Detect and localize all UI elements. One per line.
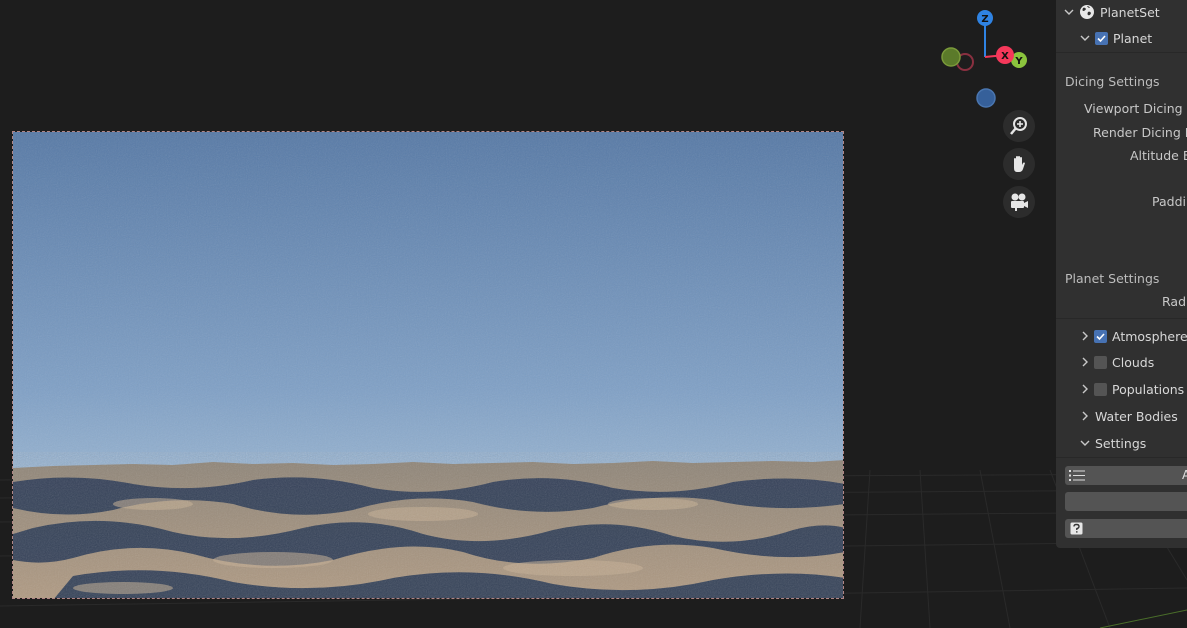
water-bodies-label: Water Bodies (1095, 408, 1178, 424)
chevron-right-icon[interactable] (1078, 357, 1092, 367)
chevron-right-icon[interactable] (1078, 331, 1092, 341)
clouds-checkbox[interactable] (1094, 355, 1107, 369)
chevron-down-icon[interactable] (1078, 439, 1092, 447)
settings-preset-dropdown[interactable]: A (1065, 466, 1187, 485)
outliner-planet-row[interactable]: Planet (1078, 27, 1152, 49)
water-bodies-subpanel[interactable]: Water Bodies (1078, 405, 1178, 427)
divider (1056, 457, 1187, 458)
help-icon (1070, 522, 1083, 538)
populations-subpanel[interactable]: Populations (1078, 378, 1184, 400)
planet-settings-heading: Planet Settings (1065, 270, 1160, 286)
chevron-down-icon[interactable] (1078, 34, 1092, 42)
settings-label: Settings (1095, 435, 1147, 451)
radius-label: Radi (1162, 294, 1187, 309)
settings-text-field[interactable] (1065, 492, 1187, 511)
render-dicing-rate-label: Render Dicing Ra (1093, 125, 1187, 140)
chevron-right-icon[interactable] (1078, 384, 1092, 394)
divider (1056, 52, 1187, 53)
clouds-subpanel[interactable]: Clouds (1078, 351, 1154, 373)
planet-checkbox[interactable] (1095, 31, 1108, 45)
clouds-label: Clouds (1112, 354, 1155, 370)
settings-subpanel[interactable]: Settings (1078, 432, 1146, 454)
settings-help-field[interactable] (1065, 519, 1187, 538)
dicing-settings-heading: Dicing Settings (1065, 73, 1160, 89)
z-axis-label[interactable]: Z (981, 14, 988, 25)
atmosphere-subpanel[interactable]: Atmosphere (1078, 325, 1187, 347)
populations-checkbox[interactable] (1094, 382, 1107, 396)
3d-viewport[interactable]: Z X Y (0, 0, 1187, 628)
hand-icon (1014, 156, 1025, 172)
padding-label: Paddin (1152, 194, 1187, 209)
properties-panel[interactable]: PlanetSet Planet Dicing Settings Viewpor… (1056, 0, 1187, 548)
rendered-planet-image (13, 132, 843, 598)
list-icon (1069, 469, 1085, 485)
atmosphere-checkbox[interactable] (1094, 329, 1107, 343)
zoom-icon (1010, 117, 1027, 135)
y-axis-label[interactable]: Y (1014, 56, 1023, 67)
pan-button[interactable] (1003, 148, 1035, 180)
render-preview (12, 131, 844, 599)
chevron-down-icon[interactable] (1062, 8, 1076, 16)
outliner-planetset-row[interactable]: PlanetSet (1062, 1, 1160, 23)
x-axis-label[interactable]: X (1001, 51, 1009, 62)
outliner-planet-label: Planet (1113, 30, 1153, 46)
world-icon (1079, 4, 1095, 20)
settings-preset-text: A (1182, 468, 1187, 482)
navigation-gizmo[interactable]: Z X Y (935, 5, 1035, 115)
outliner-planetset-label: PlanetSet (1100, 4, 1160, 20)
zoom-button[interactable] (1003, 110, 1035, 142)
atmosphere-label: Atmosphere (1112, 328, 1187, 344)
populations-label: Populations (1112, 381, 1185, 397)
viewport-dicing-rate-label: Viewport Dicing Ra (1084, 101, 1187, 116)
altitude-bias-label: Altitude Bi (1130, 148, 1187, 163)
divider (1056, 318, 1187, 319)
camera-icon (1011, 193, 1028, 211)
chevron-right-icon[interactable] (1078, 411, 1092, 421)
camera-view-button[interactable] (1003, 186, 1035, 218)
